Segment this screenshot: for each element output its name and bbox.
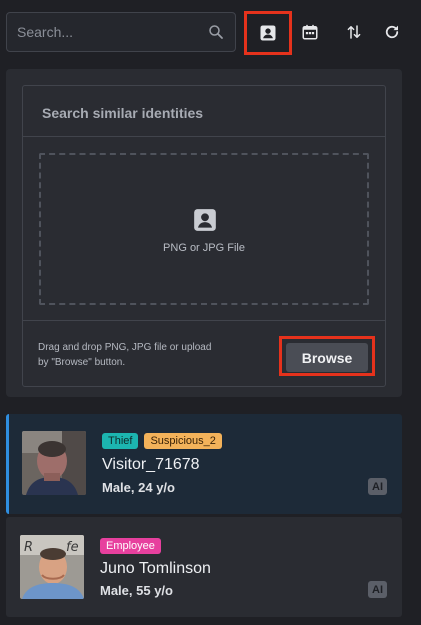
ai-badge: AI — [368, 581, 387, 598]
divider — [23, 320, 385, 321]
upload-title: Search similar identities — [42, 105, 204, 121]
calendar-icon — [302, 24, 318, 40]
identity-meta: Male, 24 y/o — [102, 480, 175, 495]
identity-name: Visitor_71678 — [102, 456, 200, 473]
tag-list: Employee — [100, 538, 161, 554]
dropzone-label: PNG or JPG File — [163, 242, 245, 254]
avatar: R fe — [20, 535, 84, 599]
sort-icon — [347, 25, 361, 39]
identity-name: Juno Tomlinson — [100, 560, 211, 577]
tag-thief: Thief — [102, 433, 139, 449]
upload-hint-line: by "Browse" button. — [38, 357, 126, 368]
ai-badge: AI — [368, 478, 387, 495]
selection-indicator — [6, 414, 9, 514]
browse-button-highlight: Browse — [279, 336, 375, 376]
refresh-button[interactable] — [374, 14, 410, 50]
avatar — [22, 431, 86, 495]
divider — [23, 136, 385, 137]
calendar-button[interactable] — [292, 14, 328, 50]
identity-search-button[interactable] — [244, 11, 292, 55]
dropzone[interactable]: PNG or JPG File — [39, 153, 369, 305]
toolbar — [0, 0, 421, 64]
search-input[interactable] — [7, 13, 207, 51]
svg-text:R: R — [24, 540, 33, 555]
upload-hint: Drag and drop PNG, JPG file or upload by… — [38, 340, 248, 370]
tag-employee: Employee — [100, 538, 161, 554]
tag-suspicious: Suspicious_2 — [144, 433, 222, 449]
svg-text:fe: fe — [66, 540, 79, 555]
refresh-icon — [385, 25, 399, 39]
upload-hint-line: Drag and drop PNG, JPG file or upload — [38, 342, 212, 353]
list-item[interactable]: Thief Suspicious_2 Visitor_71678 Male, 2… — [6, 414, 402, 514]
sort-button[interactable] — [336, 14, 372, 50]
tag-list: Thief Suspicious_2 — [102, 433, 222, 449]
contact-card-icon — [260, 25, 276, 41]
search-icon[interactable] — [207, 23, 225, 41]
list-item[interactable]: R fe Employee Juno Tomlinson Male, 55 y/… — [6, 517, 402, 617]
search-box — [6, 12, 236, 52]
upload-card: Search similar identities PNG or JPG Fil… — [22, 85, 386, 387]
browse-button[interactable]: Browse — [286, 343, 368, 372]
upload-panel: Search similar identities PNG or JPG Fil… — [6, 69, 402, 397]
identity-meta: Male, 55 y/o — [100, 583, 173, 598]
contact-card-icon — [194, 209, 216, 231]
